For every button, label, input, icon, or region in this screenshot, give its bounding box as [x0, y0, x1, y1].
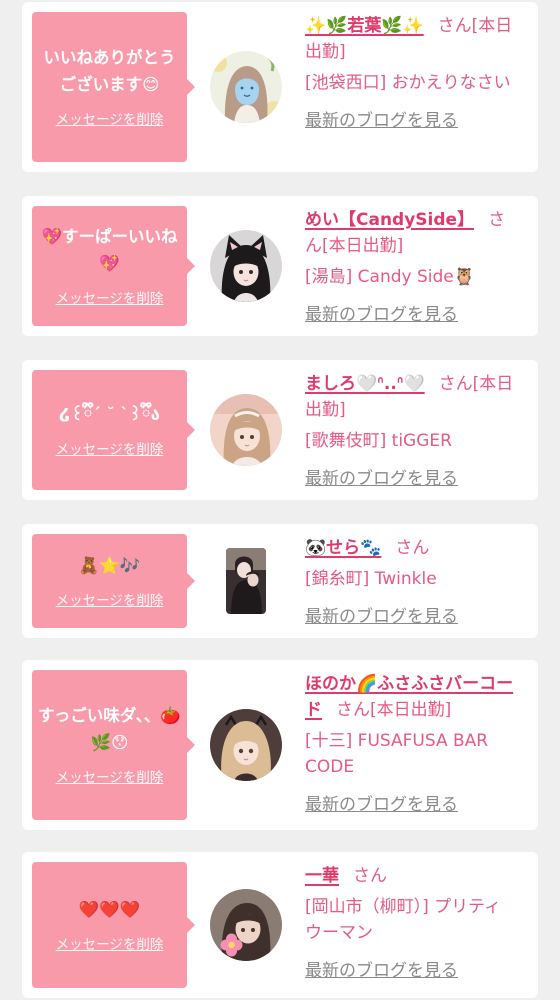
delete-message-link[interactable]: メッセージを削除 [56, 440, 164, 460]
avatar-area [187, 370, 305, 490]
delete-message-link[interactable]: メッセージを削除 [56, 591, 164, 611]
message-text: ❤️❤️❤️ [78, 899, 141, 919]
cast-name-link[interactable]: 🐼せら🐾 [305, 538, 381, 558]
message-text: すっごい味ダ、、🍅🌿😯 [38, 706, 181, 752]
latest-blog-link[interactable]: 最新のブログを見る [305, 466, 458, 492]
cast-info: めい【CandySide】 さん[本日出勤] [湯島] Candy Side🦉 最… [305, 206, 517, 326]
status-badge: [本日出勤] [322, 236, 404, 256]
delete-message-link[interactable]: メッセージを削除 [56, 935, 164, 955]
avatar-photo [210, 230, 282, 302]
cast-name-line: めい【CandySide】 さん[本日出勤] [305, 207, 517, 259]
avatar-area [187, 534, 305, 628]
cast-name-link[interactable]: ましろ🤍ᐢ..ᐢ🤍 [305, 374, 425, 394]
cast-name-line: 一華 さん [305, 863, 517, 889]
latest-blog-link[interactable]: 最新のブログを見る [305, 958, 458, 984]
shop-info: [湯島] Candy Side🦉 [305, 267, 475, 287]
message-text: いいねありがとうございます😊 [43, 48, 176, 94]
message-card: すっごい味ダ、、🍅🌿😯 メッセージを削除 ほのか🌈ふさふさバーコード さん[本日… [22, 660, 538, 830]
honorific: さん [395, 538, 430, 558]
honorific: さん [437, 16, 472, 36]
avatar-photo [210, 394, 282, 466]
latest-blog-link[interactable]: 最新のブログを見る [305, 792, 458, 818]
avatar-photo [210, 709, 282, 781]
shop-info: [池袋西口] おかえりなさい [305, 73, 511, 93]
delete-message-link[interactable]: メッセージを削除 [56, 289, 164, 309]
avatar-area [187, 670, 305, 820]
avatar-area [187, 12, 305, 162]
honorific: さん [438, 374, 473, 394]
cast-info: ✨🌿若葉🌿✨ さん[本日出勤] [池袋西口] おかえりなさい 最新のブログを見る [305, 12, 517, 162]
message-card: いいねありがとうございます😊 メッセージを削除 ✨🌿若葉🌿✨ さん[本日出勤] … [22, 2, 538, 172]
cast-name-line: 🐼せら🐾 さん [305, 535, 517, 561]
message-card: ❤️❤️❤️ メッセージを削除 一華 さん [岡山市（柳町）] プリティウーマン… [22, 852, 538, 998]
honorific: さん [353, 866, 387, 886]
delete-message-link[interactable]: メッセージを削除 [56, 110, 164, 130]
message-bubble: いいねありがとうございます😊 メッセージを削除 [32, 12, 195, 162]
message-bubble: ❤️❤️❤️ メッセージを削除 [32, 862, 195, 988]
shop-info: [歌舞伎町] tiGGER [305, 431, 452, 451]
avatar-area [187, 206, 305, 326]
honorific: さん [336, 700, 370, 720]
avatar[interactable] [210, 394, 282, 466]
shop-info: [十三] FUSAFUSA BAR CODE [305, 731, 489, 777]
like-message-list: いいねありがとうございます😊 メッセージを削除 ✨🌿若葉🌿✨ さん[本日出勤] … [0, 0, 560, 1000]
delete-message-link[interactable]: メッセージを削除 [56, 768, 164, 788]
status-badge: [本日出勤] [370, 700, 452, 720]
message-bubble: ໒꒰ྀི´ ˘ `꒱ྀིა メッセージを削除 [32, 370, 195, 490]
cast-name-line: ほのか🌈ふさふさバーコード さん[本日出勤] [305, 671, 517, 723]
message-bubble: すっごい味ダ、、🍅🌿😯 メッセージを削除 [32, 670, 195, 820]
avatar-photo [226, 548, 266, 614]
cast-name-line: ましろ🤍ᐢ..ᐢ🤍 さん[本日出勤] [305, 371, 517, 423]
cast-name-link[interactable]: ✨🌿若葉🌿✨ [305, 16, 424, 36]
message-text: 🧸⭐🎶 [78, 555, 141, 575]
avatar[interactable] [210, 889, 282, 961]
cast-info: ほのか🌈ふさふさバーコード さん[本日出勤] [十三] FUSAFUSA BAR … [305, 670, 517, 820]
avatar-photo [210, 51, 282, 123]
cast-info: 一華 さん [岡山市（柳町）] プリティウーマン 最新のブログを見る [305, 862, 517, 988]
cast-name-line: ✨🌿若葉🌿✨ さん[本日出勤] [305, 13, 517, 65]
avatar[interactable] [210, 51, 282, 123]
latest-blog-link[interactable]: 最新のブログを見る [305, 302, 458, 328]
cast-info: 🐼せら🐾 さん [錦糸町] Twinkle 最新のブログを見る [305, 534, 517, 628]
message-text: 💖すーぱーいいね💖 [41, 227, 178, 273]
message-text: ໒꒰ྀི´ ˘ `꒱ྀིა [59, 404, 160, 424]
message-bubble: 🧸⭐🎶 メッセージを削除 [32, 534, 195, 628]
cast-name-link[interactable]: 一華 [305, 866, 339, 886]
shop-info: [岡山市（柳町）] プリティウーマン [305, 897, 502, 943]
shop-info: [錦糸町] Twinkle [305, 569, 437, 589]
cast-info: ましろ🤍ᐢ..ᐢ🤍 さん[本日出勤] [歌舞伎町] tiGGER 最新のブログを見… [305, 370, 517, 490]
avatar-photo [210, 889, 282, 961]
latest-blog-link[interactable]: 最新のブログを見る [305, 108, 458, 134]
message-card: 💖すーぱーいいね💖 メッセージを削除 めい【CandySide】 さん[本日出勤… [22, 196, 538, 336]
avatar-area [187, 862, 305, 988]
latest-blog-link[interactable]: 最新のブログを見る [305, 604, 458, 630]
message-card: ໒꒰ྀི´ ˘ `꒱ྀིა メッセージを削除 ましろ🤍ᐢ..ᐢ🤍 さん[本日出勤… [22, 360, 538, 500]
message-bubble: 💖すーぱーいいね💖 メッセージを削除 [32, 206, 195, 326]
message-card: 🧸⭐🎶 メッセージを削除 🐼せら🐾 さん [錦糸町] Twinkle 最新のブログ… [22, 524, 538, 638]
avatar[interactable] [210, 230, 282, 302]
cast-name-link[interactable]: めい【CandySide】 [305, 210, 474, 230]
avatar[interactable] [210, 709, 282, 781]
avatar[interactable] [226, 548, 266, 614]
